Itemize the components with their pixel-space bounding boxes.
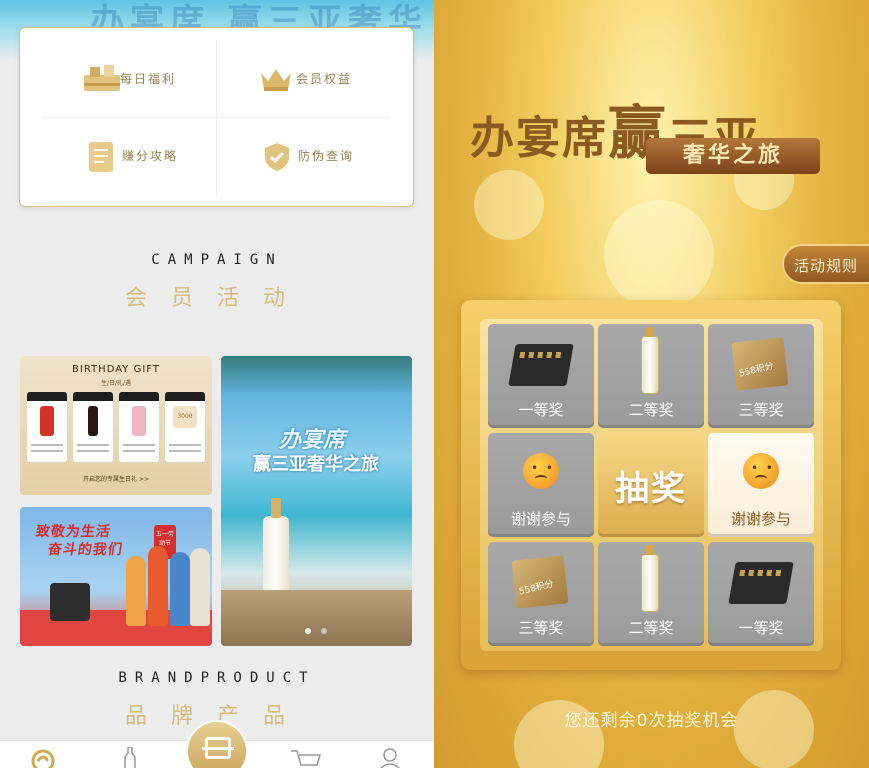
- scan-icon: [202, 737, 234, 759]
- menu-label: 赚分攻略: [122, 148, 179, 163]
- campaign-heading-en: CAMPAIGN: [151, 252, 283, 268]
- points-gift-icon: 558积分: [511, 555, 569, 609]
- shield-check-icon: [260, 140, 294, 171]
- dining-table-image: [221, 590, 412, 646]
- birthday-subtitle: 生/日/礼/遇: [100, 380, 132, 387]
- gift-store-icon: [82, 63, 120, 93]
- divider: [216, 40, 217, 198]
- labor-day-card[interactable]: 致敬为生活 奋斗的我们 五一劳动节: [20, 507, 212, 646]
- home-icon[interactable]: [30, 747, 56, 768]
- menu-label: 每日福利: [120, 71, 177, 86]
- birthday-product: [27, 392, 67, 462]
- worker-figure: [148, 546, 168, 626]
- member-home-panel: 办宴席 赢三亚奢华之旅 每日福利 会员权益 赚分攻略 防: [0, 0, 434, 768]
- campaign-heading-zh: 会员活动: [124, 286, 309, 311]
- bokeh-light: [604, 200, 714, 310]
- labor-title-line2: 奋斗的我们: [46, 542, 124, 558]
- prize-cell-thanks-highlighted: 谢谢参与: [708, 433, 814, 537]
- sad-face-icon: [523, 453, 559, 489]
- birthday-product: 3000: [165, 392, 205, 462]
- bottle-icon: [641, 545, 659, 612]
- gift-box-icon: [508, 344, 574, 386]
- menu-member-benefits[interactable]: 会员权益: [258, 63, 352, 93]
- menu-label: 会员权益: [296, 71, 353, 86]
- bokeh-light: [474, 170, 544, 240]
- draw-button[interactable]: 抽奖: [598, 433, 704, 537]
- carousel-dot[interactable]: [321, 628, 327, 634]
- prize-label: 二等奖: [628, 401, 674, 419]
- lottery-grid: 一等奖 二等奖 558积分 三等奖 谢谢参与 抽奖 谢谢参与: [480, 319, 823, 651]
- gift-box-icon: [728, 562, 794, 604]
- sanya-title-line2: 赢三亚奢华之旅: [253, 454, 379, 475]
- title-part1: 办宴席: [470, 113, 608, 164]
- bottle-icon: [641, 327, 659, 394]
- remaining-chances-text: 您还剩余0次抽奖机会: [564, 711, 739, 731]
- prize-label: 谢谢参与: [510, 510, 571, 528]
- sad-face-icon: [743, 453, 779, 489]
- palm-leaves: [221, 356, 412, 396]
- worker-figure: [170, 552, 190, 626]
- birthday-product: [119, 392, 159, 462]
- draw-label: 抽奖: [615, 469, 687, 509]
- menu-daily-welfare[interactable]: 每日福利: [82, 63, 176, 93]
- menu-earn-points[interactable]: 赚分攻略: [84, 140, 179, 172]
- prize-cell-thanks: 谢谢参与: [488, 433, 594, 537]
- quick-menu-card: 每日福利 会员权益 赚分攻略 防伪查询: [19, 27, 414, 207]
- birthday-link[interactable]: 开启您的专属生日礼 >>: [20, 474, 212, 483]
- prize-cell-first: 一等奖: [708, 542, 814, 646]
- brand-heading-en: BRANDPRODUCT: [118, 670, 316, 686]
- bottle-icon[interactable]: [117, 746, 143, 768]
- labor-title-line1: 致敬为生活: [34, 524, 112, 540]
- bag-illustration: [50, 583, 90, 621]
- sanya-campaign-card[interactable]: 办宴席 赢三亚奢华之旅: [221, 356, 412, 646]
- points-gift-icon: 558积分: [731, 337, 789, 391]
- birthday-product: [73, 392, 113, 462]
- checklist-icon: [84, 140, 118, 172]
- crown-icon: [258, 63, 292, 93]
- prize-label: 三等奖: [518, 619, 564, 637]
- prize-cell-second: 二等奖: [598, 324, 704, 428]
- worker-figure: [126, 556, 146, 626]
- lottery-grid-frame: 一等奖 二等奖 558积分 三等奖 谢谢参与 抽奖 谢谢参与: [461, 300, 841, 670]
- prize-cell-third: 558积分 三等奖: [708, 324, 814, 428]
- prize-label: 三等奖: [738, 401, 784, 419]
- menu-label: 防伪查询: [298, 148, 355, 163]
- divider: [42, 117, 390, 118]
- profile-icon[interactable]: [377, 747, 403, 768]
- birthday-title: BIRTHDAY GIFT: [72, 364, 160, 375]
- prize-label: 一等奖: [518, 401, 564, 419]
- lottery-subtitle: 奢华之旅: [646, 138, 820, 174]
- prize-cell-second: 二等奖: [598, 542, 704, 646]
- lottery-panel: 办宴席赢三亚 奢华之旅 活动规则 一等奖 二等奖 558积分 三等奖 谢谢参与: [434, 0, 869, 768]
- prize-label: 一等奖: [738, 619, 784, 637]
- prize-label: 二等奖: [628, 619, 674, 637]
- birthday-gift-card[interactable]: BIRTHDAY GIFT 生/日/礼/遇 3000 开启您的专属生日礼 >>: [20, 356, 212, 495]
- prize-cell-first: 一等奖: [488, 324, 594, 428]
- prize-label: 谢谢参与: [730, 510, 791, 528]
- activity-rules-button[interactable]: 活动规则: [782, 244, 869, 284]
- menu-anti-fake[interactable]: 防伪查询: [260, 140, 355, 171]
- prize-cell-third: 558积分 三等奖: [488, 542, 594, 646]
- worker-figure: [190, 548, 210, 626]
- cart-icon[interactable]: [289, 747, 322, 768]
- carousel-dot[interactable]: [305, 628, 311, 634]
